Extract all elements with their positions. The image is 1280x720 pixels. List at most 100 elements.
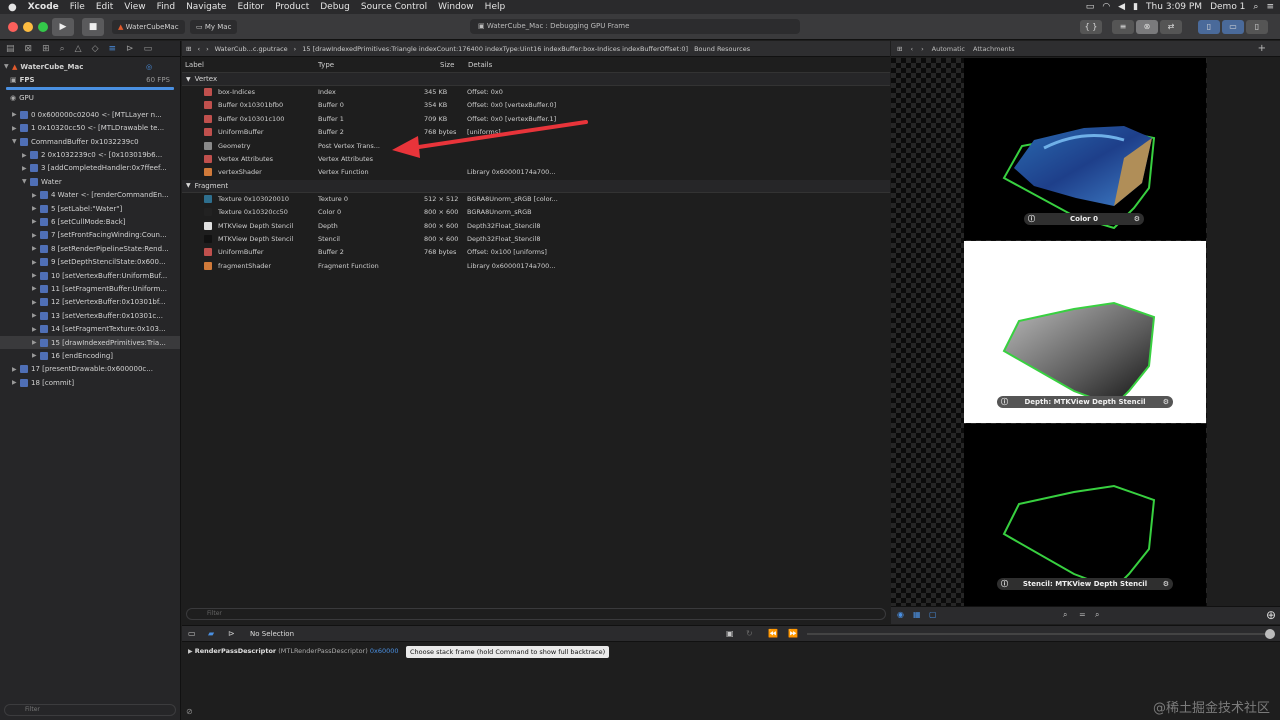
navigator-item[interactable]: ▶ 17 [presentDrawable:0x600000c... <box>0 363 180 376</box>
table-row[interactable]: Texture 0x10320cc50 Color 0 800 × 600 BGRA8… <box>182 206 890 219</box>
toggle-debug-area-button[interactable]: ▭ <box>1222 20 1244 34</box>
vertex-section[interactable]: ▼ Vertex <box>182 73 890 86</box>
stop-button[interactable]: ■ <box>82 18 104 36</box>
jump-file[interactable]: WaterCub...c.gputrace <box>215 45 288 53</box>
menu-xcode[interactable]: Xcode <box>28 2 59 12</box>
navigator-filter[interactable]: Filter <box>4 704 176 716</box>
zoom-window-button[interactable] <box>38 22 48 32</box>
menu-debug[interactable]: Debug <box>320 2 350 12</box>
capture-icon[interactable]: ▰ <box>208 629 214 638</box>
navigator-item[interactable]: ▶ 8 [setRenderPipelineState:Rend... <box>0 242 180 255</box>
toggle-inspector-button[interactable]: ▯ <box>1246 20 1268 34</box>
navigator-item[interactable]: ▶ 10 [setVertexBuffer:UniformBuf... <box>0 269 180 282</box>
disclosure-icon[interactable]: ▶ <box>12 111 20 118</box>
navigator-item[interactable]: ▶ 3 [addCompletedHandler:0x7ffeef... <box>0 162 180 175</box>
disclosure-icon[interactable]: ▼ <box>186 76 191 83</box>
disclosure-icon[interactable]: ▶ <box>32 285 40 292</box>
table-row[interactable]: MTKView Depth Stencil Stencil 800 × 600 Dep… <box>182 233 890 246</box>
grid-view-icon[interactable]: ▦ <box>913 610 921 619</box>
version-editor-button[interactable]: ⇄ <box>1160 20 1182 34</box>
step-icon[interactable]: ⏩ <box>788 629 798 638</box>
forward-icon[interactable]: › <box>206 45 209 53</box>
volume-icon[interactable]: ◀ <box>1118 2 1125 12</box>
report-icon[interactable]: ▭ <box>144 44 153 54</box>
menu-navigate[interactable]: Navigate <box>186 2 226 12</box>
related-items-icon[interactable]: ⊞ <box>186 45 191 53</box>
related-items-icon[interactable]: ⊞ <box>897 45 902 53</box>
gear-icon[interactable]: ⚙ <box>1134 213 1140 225</box>
gauge-icon[interactable]: ◎ <box>146 63 152 71</box>
navigator-item[interactable]: ▶ 2 0x1032239c0 <- [0x103019b6... <box>0 148 180 161</box>
add-icon[interactable]: + <box>1258 43 1266 54</box>
disclosure-icon[interactable]: ▶ <box>12 379 20 386</box>
frame-scrubber[interactable] <box>807 633 1267 635</box>
disclosure-icon[interactable]: ▶ <box>32 218 40 225</box>
disclosure-icon[interactable]: ▶ <box>12 125 20 132</box>
attachments-title[interactable]: Attachments <box>973 45 1015 53</box>
library-button[interactable]: { } <box>1080 20 1102 34</box>
menu-window[interactable]: Window <box>438 2 474 12</box>
hide-debug-area-icon[interactable]: ▭ <box>188 629 196 638</box>
navigator-item[interactable]: ▶ 1 0x10320cc50 <- [MTLDrawable te... <box>0 122 180 135</box>
trash-icon[interactable]: ⊘ <box>186 707 193 716</box>
disclosure-icon[interactable]: ▼ <box>22 178 30 185</box>
find-icon[interactable]: ⌕ <box>60 44 65 54</box>
forward-icon[interactable]: › <box>921 45 924 53</box>
disclosure-icon[interactable]: ▶ <box>32 339 40 346</box>
table-row[interactable]: UniformBuffer Buffer 2 768 bytes Offset: 0x… <box>182 246 890 259</box>
header-size[interactable]: Size <box>440 61 454 69</box>
user-name[interactable]: Demo 1 <box>1210 2 1245 12</box>
source-control-icon[interactable]: ⊠ <box>25 44 33 54</box>
navigator-item[interactable]: ▶ 6 [setCullMode:Back] <box>0 215 180 228</box>
stencil-attachment[interactable]: ⓘ Stencil: MTKView Depth Stencil ⚙ <box>964 424 1206 606</box>
variable-row[interactable]: ▶ RenderPassDescriptor (MTLRenderPassDes… <box>188 647 399 655</box>
disclosure-icon[interactable]: ▶ <box>32 272 40 279</box>
fragment-section[interactable]: ▼ Fragment <box>182 179 890 193</box>
info-icon[interactable]: ⓘ <box>1001 396 1008 408</box>
navigator-item[interactable]: ▶ 13 [setVertexBuffer:0x10301c... <box>0 309 180 322</box>
disclosure-icon[interactable]: ▶ <box>32 205 40 212</box>
close-window-button[interactable] <box>8 22 18 32</box>
back-icon[interactable]: ‹ <box>910 45 913 53</box>
table-row[interactable]: Texture 0x103020010 Texture 0 512 × 512 BGR… <box>182 193 890 206</box>
search-icon[interactable]: ⌕ <box>1253 2 1258 12</box>
navigator-item[interactable]: ▼ Water <box>0 175 180 188</box>
disclosure-icon[interactable]: ▶ <box>32 352 40 359</box>
navigator-item[interactable]: ▶ 0 0x600000c02040 <- [MTLLayer n... <box>0 108 180 121</box>
back-icon[interactable]: ‹ <box>197 45 200 53</box>
gear-icon[interactable]: ⚙ <box>1163 396 1169 408</box>
navigator-item[interactable]: ▶ 15 [drawIndexedPrimitives:Tria... <box>0 335 180 350</box>
automatic-mode[interactable]: Automatic <box>932 45 965 53</box>
zoom-out-icon[interactable]: ⌕ <box>1063 610 1067 620</box>
settings-icon[interactable]: ⊕ <box>1266 608 1276 622</box>
table-filter[interactable]: Filter <box>186 608 886 620</box>
menu-view[interactable]: View <box>124 2 145 12</box>
continue-icon[interactable]: ⊳ <box>228 629 235 638</box>
camera-icon[interactable]: ▣ <box>726 629 734 638</box>
menu-edit[interactable]: Edit <box>96 2 113 12</box>
run-button[interactable]: ▶ <box>52 18 74 36</box>
navigator-item[interactable]: ▼ CommandBuffer 0x1032239c0 <box>0 135 180 148</box>
table-row[interactable]: fragmentShader Fragment Function Library 0… <box>182 260 890 273</box>
gpu-row[interactable]: ◉ GPU <box>0 92 180 105</box>
disclosure-icon[interactable]: ▶ <box>22 165 30 172</box>
navigator-item[interactable]: ▶ 7 [setFrontFacingWinding:Coun... <box>0 229 180 242</box>
gear-icon[interactable]: ⚙ <box>1163 578 1169 590</box>
info-icon[interactable]: ⓘ <box>1028 213 1035 225</box>
jump-bound-resources[interactable]: Bound Resources <box>694 45 750 53</box>
wifi-icon[interactable]: ◠ <box>1102 2 1110 12</box>
navigator-item[interactable]: ▶ 12 [setVertexBuffer:0x10301bf... <box>0 296 180 309</box>
scrubber-knob[interactable] <box>1265 629 1275 639</box>
depth-attachment[interactable]: ⓘ Depth: MTKView Depth Stencil ⚙ <box>964 241 1206 423</box>
destination-selector[interactable]: ▭ My Mac <box>190 20 238 34</box>
airplay-icon[interactable]: ▭ <box>1086 2 1095 12</box>
test-icon[interactable]: ◇ <box>92 44 99 54</box>
zoom-in-icon[interactable]: ⌕ <box>1095 610 1099 620</box>
header-details[interactable]: Details <box>468 61 492 69</box>
disclosure-icon[interactable]: ▶ <box>32 232 40 239</box>
reload-icon[interactable]: ↻ <box>746 629 753 638</box>
color-attachment[interactable]: ⓘ Color 0 ⚙ <box>964 58 1206 240</box>
navigator-item[interactable]: ▶ 11 [setFragmentBuffer:Uniform... <box>0 282 180 295</box>
menu-file[interactable]: File <box>70 2 85 12</box>
scheme-selector[interactable]: ▲ WaterCubeMac <box>112 20 185 34</box>
